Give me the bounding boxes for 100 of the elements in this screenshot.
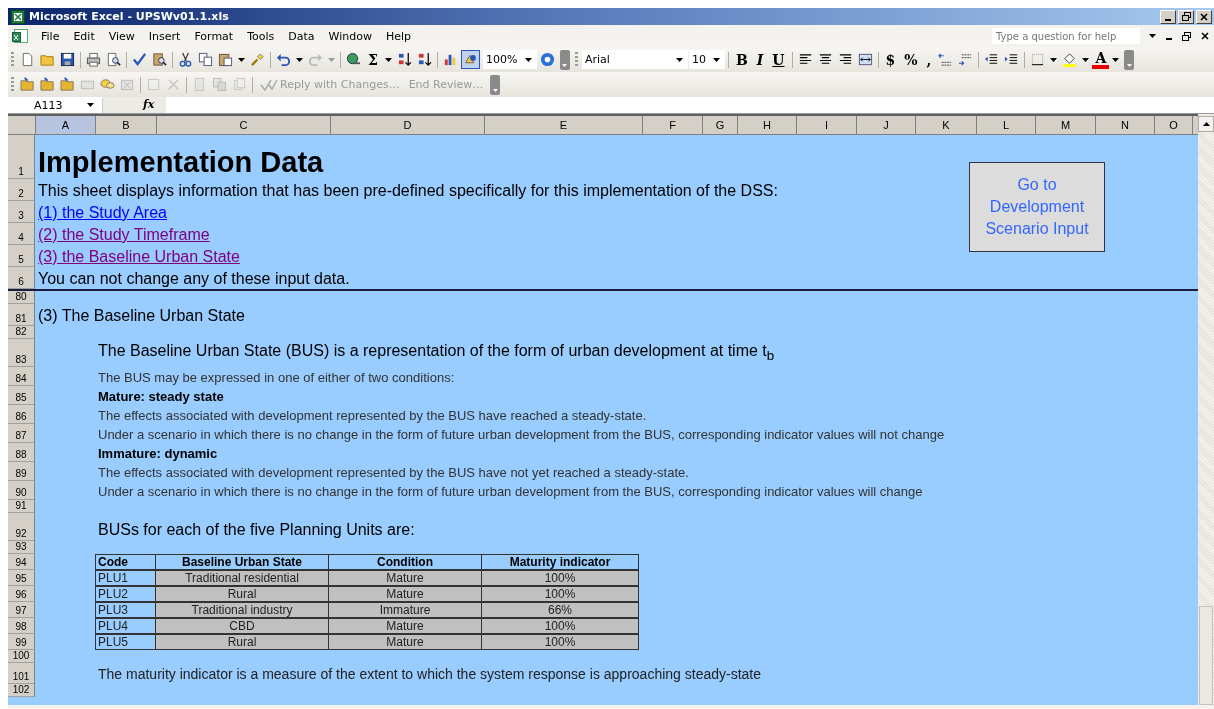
row-header[interactable]: 2 — [8, 179, 35, 201]
restore-button[interactable] — [1178, 9, 1194, 24]
row-header[interactable]: 82 — [8, 326, 35, 339]
copy-icon[interactable] — [196, 50, 215, 69]
italic-button[interactable]: I — [752, 51, 768, 68]
help-search-field[interactable]: Type a question for help — [992, 28, 1140, 44]
row-header[interactable]: 95 — [8, 570, 35, 586]
row-header[interactable]: 83 — [8, 339, 35, 367]
row-header[interactable]: 88 — [8, 443, 35, 462]
insert-function-button[interactable]: fx — [103, 97, 167, 113]
folder-icon[interactable] — [18, 75, 37, 94]
hyperlink[interactable]: (1) the Study Area — [38, 203, 167, 223]
menu-item[interactable]: Window — [321, 27, 379, 45]
row-header[interactable]: 93 — [8, 541, 35, 554]
menu-item[interactable]: View — [101, 27, 142, 45]
font-color-button[interactable]: A — [1092, 50, 1110, 69]
scrollbar-thumb[interactable] — [1199, 606, 1213, 705]
menu-item[interactable]: Insert — [141, 27, 188, 45]
checkmark-icon[interactable] — [130, 50, 149, 69]
column-header[interactable]: C — [157, 116, 331, 134]
row-header[interactable]: 84 — [8, 367, 35, 386]
vertical-scrollbar[interactable] — [1198, 114, 1214, 705]
column-header[interactable]: G — [703, 116, 738, 134]
folder-icon[interactable] — [38, 75, 57, 94]
column-header[interactable]: I — [797, 116, 857, 134]
font-field[interactable]: Arial — [581, 50, 688, 69]
go-to-scenario-button[interactable]: Go to Development Scenario Input — [969, 162, 1105, 252]
column-header[interactable]: O — [1155, 116, 1193, 134]
column-header[interactable]: N — [1096, 116, 1155, 134]
close-icon[interactable] — [1201, 32, 1209, 40]
toolbar-grip[interactable] — [11, 51, 14, 68]
menu-item[interactable]: Help — [378, 27, 418, 45]
toolbar-grip[interactable] — [11, 76, 14, 93]
save-icon[interactable] — [58, 50, 77, 69]
table-cell: Traditional residential — [155, 570, 329, 586]
workbook-icon[interactable] — [12, 28, 28, 44]
row-header[interactable]: 1 — [8, 135, 35, 179]
caret-icon[interactable] — [1082, 57, 1090, 62]
percent-button[interactable]: % — [900, 51, 922, 68]
row-header[interactable]: 89 — [8, 462, 35, 481]
row-header[interactable]: 86 — [8, 405, 35, 424]
row-header[interactable]: 98 — [8, 618, 35, 634]
menu-item[interactable]: File — [34, 27, 67, 45]
currency-button[interactable]: $ — [881, 51, 900, 68]
column-header[interactable]: J — [857, 116, 916, 134]
row-header[interactable]: 101 — [8, 663, 35, 684]
table-header-cell: Code — [95, 554, 156, 570]
minimize-button[interactable] — [1160, 9, 1176, 24]
toolbar-options-button[interactable] — [559, 49, 570, 70]
close-button[interactable] — [1196, 9, 1212, 24]
row-header[interactable]: 99 — [8, 634, 35, 650]
printer-icon[interactable] — [84, 50, 103, 69]
row-header[interactable]: 94 — [8, 554, 35, 570]
column-header[interactable]: L — [977, 116, 1036, 134]
row-header[interactable]: 85 — [8, 386, 35, 405]
row-header[interactable]: 81 — [8, 304, 35, 326]
row-header[interactable]: 92 — [8, 513, 35, 541]
row-header[interactable]: 3 — [8, 201, 35, 223]
row-header[interactable]: 96 — [8, 586, 35, 602]
column-header[interactable]: M — [1036, 116, 1096, 134]
menu-item[interactable]: Data — [281, 27, 322, 45]
row-header[interactable]: 87 — [8, 424, 35, 443]
zoom-field[interactable]: 100% — [482, 50, 537, 69]
row-header[interactable]: 4 — [8, 223, 35, 245]
row-header[interactable]: 100 — [8, 650, 35, 663]
autosum-button[interactable]: Σ — [364, 51, 382, 68]
folder-icon[interactable] — [58, 75, 77, 94]
column-header[interactable]: H — [738, 116, 797, 134]
column-header[interactable]: B — [96, 116, 157, 134]
comma-button[interactable]: , — [922, 51, 936, 68]
underline-button[interactable]: U — [768, 51, 789, 68]
menu-item[interactable]: Format — [187, 27, 241, 45]
menu-item[interactable]: Edit — [66, 27, 102, 45]
row-header[interactable]: 91 — [8, 500, 35, 513]
toolbar-options-button[interactable] — [490, 74, 501, 95]
scroll-up-button[interactable] — [1198, 116, 1214, 132]
bold-button[interactable]: B — [731, 51, 752, 68]
book-search-icon[interactable] — [150, 50, 169, 69]
row-header[interactable]: 5 — [8, 245, 35, 267]
caret-icon[interactable] — [1050, 57, 1058, 62]
column-header[interactable]: D — [331, 116, 485, 134]
menu-item[interactable]: Tools — [240, 27, 282, 45]
hyperlink[interactable]: (2) the Study Timeframe — [38, 225, 210, 245]
column-header[interactable]: A — [36, 116, 96, 134]
column-header[interactable]: K — [916, 116, 977, 134]
caret-icon[interactable] — [1149, 34, 1156, 38]
row-header[interactable]: 6 — [8, 267, 35, 289]
column-header[interactable]: F — [643, 116, 703, 134]
column-header[interactable]: E — [485, 116, 643, 134]
toolbar-grip[interactable] — [574, 51, 578, 68]
row-header[interactable]: 80 — [8, 291, 35, 304]
caret-icon[interactable] — [296, 57, 303, 62]
row-header[interactable]: 97 — [8, 602, 35, 618]
caret-icon[interactable] — [384, 57, 392, 62]
caret-icon[interactable] — [238, 57, 245, 62]
hyperlink[interactable]: (3) the Baseline Urban State — [38, 247, 240, 267]
font-size-field[interactable]: 10 — [688, 50, 725, 69]
row-header[interactable]: 90 — [8, 481, 35, 500]
row-header[interactable]: 102 — [8, 684, 35, 697]
drawing-shapes-icon[interactable] — [460, 50, 480, 69]
